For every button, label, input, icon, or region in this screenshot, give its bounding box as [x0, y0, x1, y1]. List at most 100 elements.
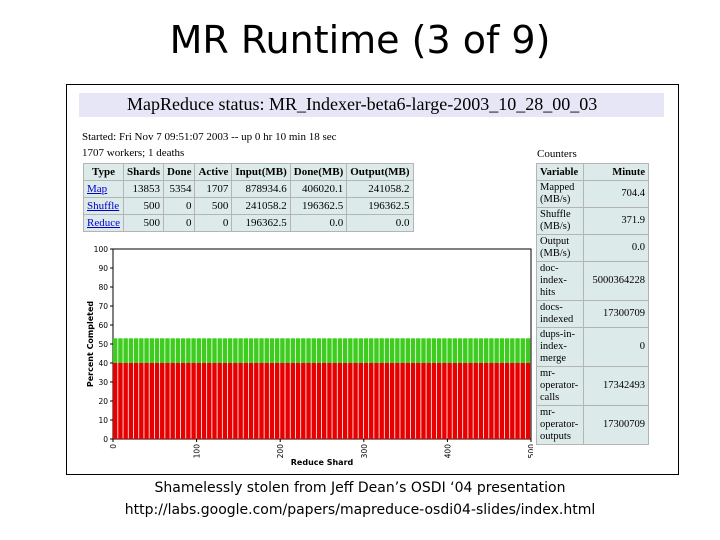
- bar-red: [510, 363, 515, 439]
- bar-red: [248, 363, 254, 439]
- bar-red: [494, 363, 499, 439]
- bar-green: [369, 338, 374, 363]
- bar-red: [212, 363, 217, 439]
- x-tick-label: 200: [276, 444, 285, 459]
- bar-green: [342, 338, 348, 363]
- bar-green: [160, 338, 165, 363]
- bar-red: [139, 363, 144, 439]
- bar-red: [353, 363, 358, 439]
- bar-red: [478, 363, 484, 439]
- bar-red: [431, 363, 437, 439]
- bar-red: [170, 363, 175, 439]
- bar-green: [123, 338, 128, 363]
- y-tick-label: 70: [98, 302, 108, 311]
- bar-green: [295, 338, 301, 363]
- bar-green: [337, 338, 343, 363]
- bar-green: [452, 338, 458, 363]
- bar-green: [259, 338, 264, 363]
- bar-green: [191, 338, 196, 363]
- bar-green: [144, 338, 149, 363]
- bar-green: [436, 338, 442, 363]
- y-tick-label: 90: [98, 264, 108, 273]
- bar-red: [128, 363, 134, 439]
- status-header-title: MapReduce status: MR_Indexer-beta6-large…: [127, 94, 598, 114]
- x-axis-label: Reduce Shard: [291, 458, 354, 467]
- bar-green: [170, 338, 175, 363]
- jobs-cell: 5354: [163, 180, 196, 198]
- bar-green: [133, 338, 139, 363]
- counters-row: Shuffle (MB/s) 371.9: [536, 207, 649, 235]
- bar-green: [217, 338, 222, 363]
- counters-row: doc-index-hits 5000364228: [536, 261, 649, 301]
- bar-red: [196, 363, 202, 439]
- bar-green: [494, 338, 499, 363]
- bar-red: [457, 363, 463, 439]
- bar-red: [201, 363, 207, 439]
- bar-green: [384, 338, 390, 363]
- bar-red: [463, 363, 468, 439]
- counter-variable: Output (MB/s): [536, 234, 584, 262]
- bar-red: [473, 363, 478, 439]
- y-tick-label: 80: [98, 283, 108, 292]
- y-tick-label: 50: [98, 340, 108, 349]
- bar-green: [233, 338, 238, 363]
- counters-table: Variable Minute Mapped (MB/s) 704.4 Shuffle…: [536, 163, 649, 445]
- bar-red: [113, 363, 118, 439]
- y-tick-label: 40: [98, 359, 108, 368]
- counter-value: 0: [583, 327, 649, 367]
- jobs-cell: 241058.2: [346, 180, 414, 198]
- bar-red: [301, 363, 306, 439]
- slide-title: MR Runtime (3 of 9): [169, 18, 551, 62]
- bar-red: [264, 363, 269, 439]
- bar-red: [160, 363, 165, 439]
- bar-green: [363, 338, 369, 363]
- bar-red: [348, 363, 353, 439]
- bar-green: [468, 338, 473, 363]
- progress-chart: 0 10 20 30 40 50 60 70 80 90 100 0 100 200 300 400 500 Re…: [86, 245, 533, 467]
- bar-green: [175, 338, 181, 363]
- bar-green: [285, 338, 290, 363]
- bar-green: [180, 338, 186, 363]
- bar-red: [306, 363, 311, 439]
- jobs-col-header: Done: [163, 163, 196, 181]
- job-type-link[interactable]: Map: [83, 180, 124, 198]
- counter-variable: mr-operator-outputs: [536, 405, 584, 445]
- bar-red: [499, 363, 505, 439]
- bar-red: [447, 363, 452, 439]
- bar-green: [196, 338, 202, 363]
- job-type-link[interactable]: Shuffle: [83, 197, 124, 215]
- x-tick-label: 300: [360, 444, 369, 459]
- jobs-col-header: Output(MB): [346, 163, 414, 181]
- bar-green: [463, 338, 468, 363]
- bar-green: [154, 338, 160, 363]
- bar-green: [395, 338, 400, 363]
- bar-red: [191, 363, 196, 439]
- y-tick-label: 0: [103, 435, 108, 444]
- jobs-col-header: Type: [83, 163, 124, 181]
- counter-value: 371.9: [583, 207, 649, 235]
- bar-red: [322, 363, 327, 439]
- bar-red: [421, 363, 426, 439]
- job-type-link[interactable]: Reduce: [83, 214, 124, 232]
- bar-green: [520, 338, 525, 363]
- bar-green: [327, 338, 332, 363]
- counters-row: docs-indexed 17300709: [536, 300, 649, 328]
- bar-green: [510, 338, 515, 363]
- bar-red: [133, 363, 139, 439]
- bar-green: [264, 338, 269, 363]
- jobs-row: Map 13853 5354 1707 878934.6 406020.1 241058.2: [83, 180, 414, 198]
- counter-variable: mr-operator-calls: [536, 366, 584, 406]
- bar-red: [227, 363, 233, 439]
- jobs-cell: 0: [163, 214, 196, 232]
- workers-info: 1707 workers; 1 deaths: [82, 147, 185, 159]
- bar-red: [363, 363, 369, 439]
- bar-red: [342, 363, 348, 439]
- y-axis-label: Percent Completed: [86, 301, 95, 388]
- bar-green: [269, 338, 275, 363]
- counter-value: 704.4: [583, 180, 649, 208]
- bar-green: [248, 338, 254, 363]
- bar-green: [525, 338, 531, 363]
- bar-green: [416, 338, 421, 363]
- counter-value: 5000364228: [583, 261, 649, 301]
- jobs-cell: 241058.2: [231, 197, 291, 215]
